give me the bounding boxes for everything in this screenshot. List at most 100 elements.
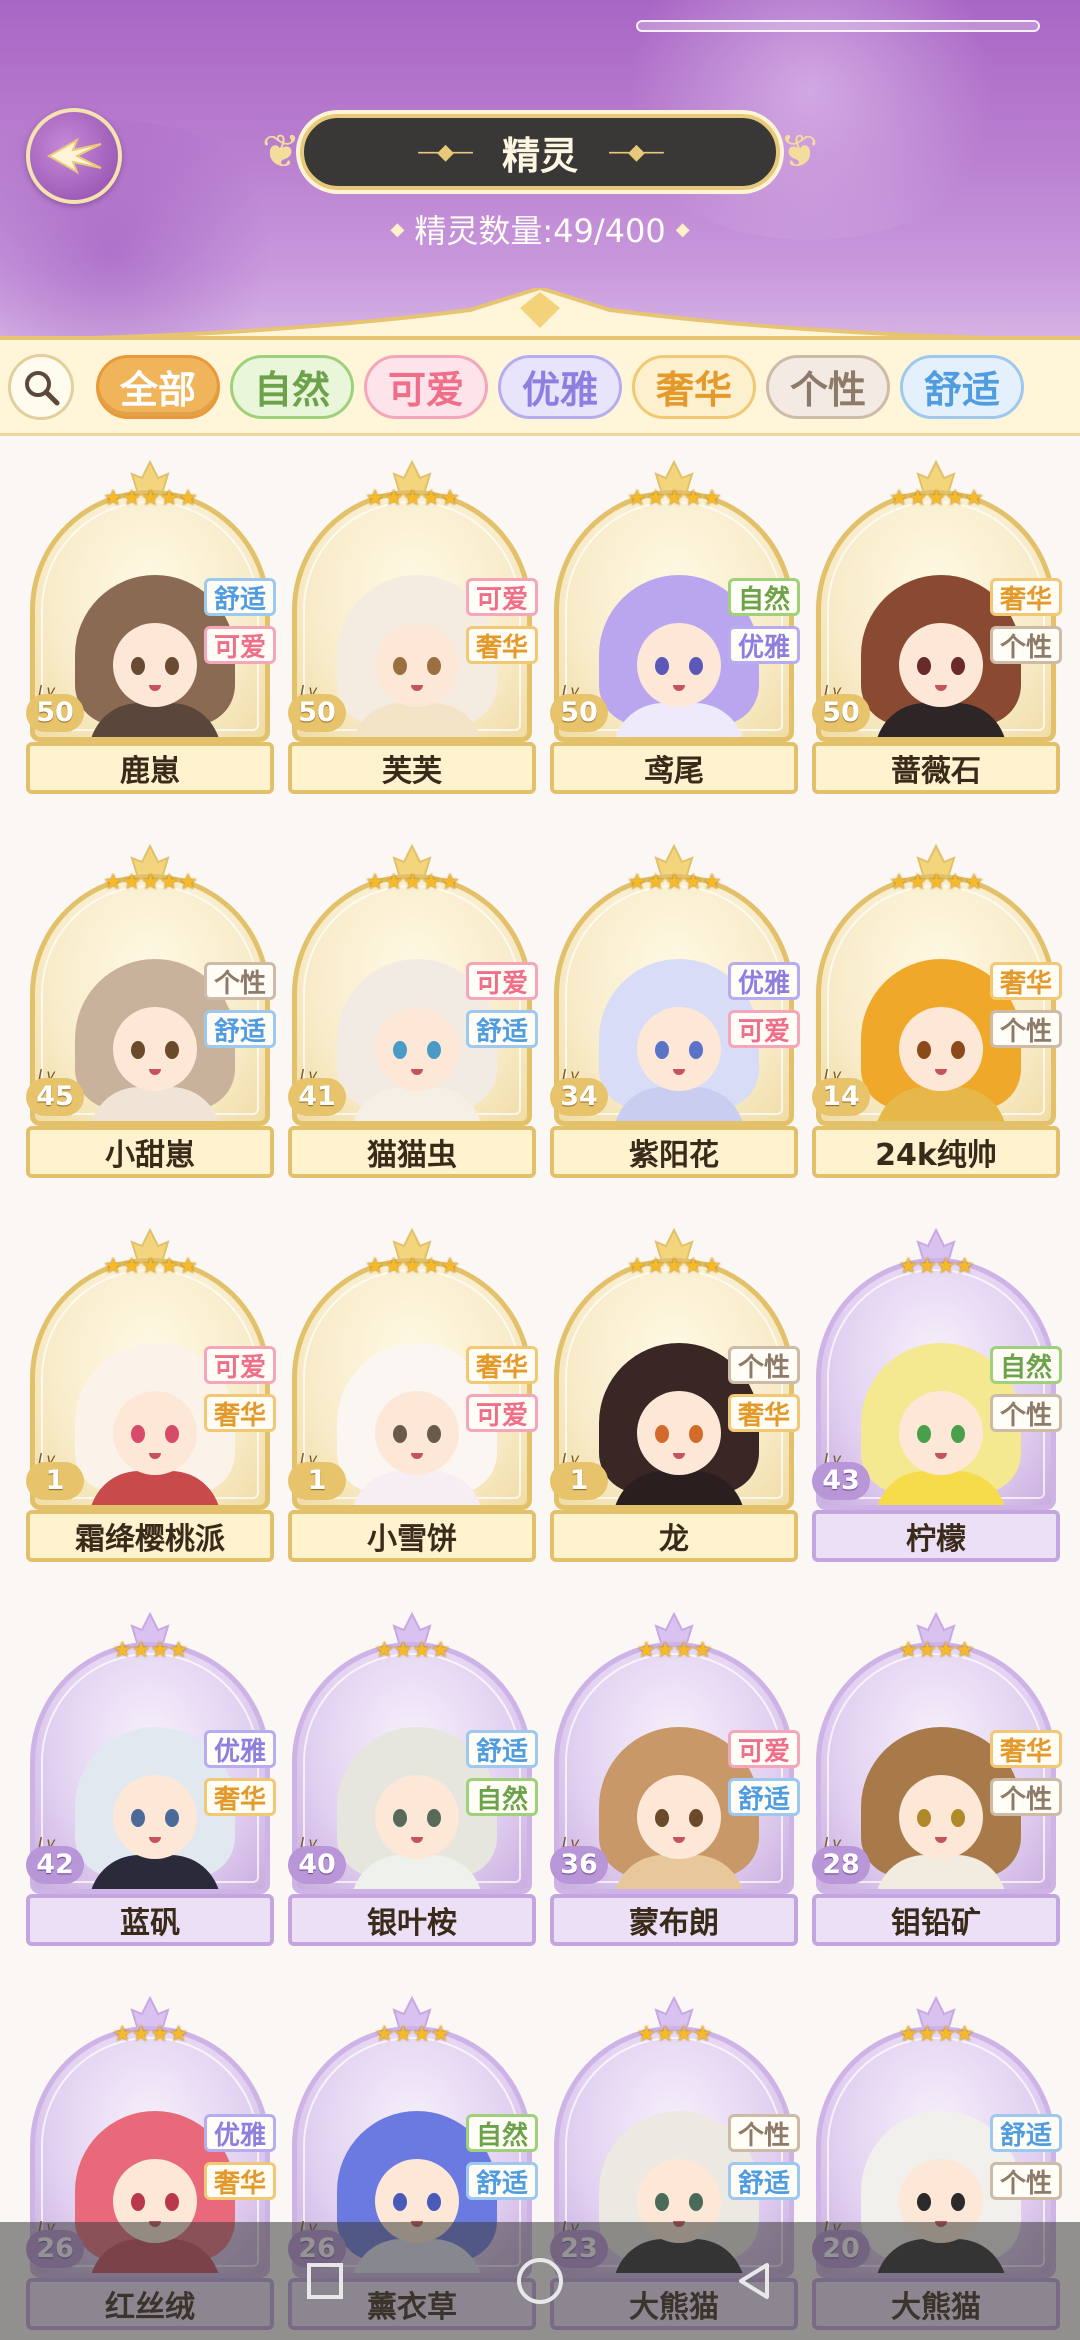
- top-handle: [636, 20, 1040, 32]
- spirit-card[interactable]: ★★★★ 自然 个性 Lv. 43 柠檬: [812, 1228, 1062, 1588]
- spirit-card[interactable]: ★★★★★ 个性 奢华 Lv. 1 龙: [550, 1228, 800, 1588]
- character-face: [637, 1007, 721, 1091]
- character-eye: [951, 2193, 965, 2211]
- trait-tag: 可爱: [466, 578, 538, 616]
- spirit-name: 鸢尾: [550, 742, 798, 794]
- star-rating: ★★★★: [374, 2022, 451, 2047]
- spirit-name: 紫阳花: [550, 1126, 798, 1178]
- spirit-card[interactable]: ★★★★★ 可爱 奢华 Lv. 50 芙芙: [288, 460, 538, 820]
- back-triangle-icon[interactable]: [733, 2259, 777, 2303]
- tab-3[interactable]: 优雅: [498, 354, 622, 419]
- character-eye: [427, 1425, 441, 1443]
- character-face: [375, 623, 459, 707]
- trait-tag: 自然: [728, 578, 800, 616]
- spirit-card[interactable]: ★★★★ 奢华 个性 Lv. 28 钼铅矿: [812, 1612, 1062, 1972]
- level-number: 42: [26, 1846, 84, 1884]
- spirit-card[interactable]: ★★★★ 可爱 舒适 Lv. 36 蒙布朗: [550, 1612, 800, 1972]
- character-face: [113, 1391, 197, 1475]
- level-badge: Lv. 50: [812, 682, 870, 732]
- character-mouth: [673, 685, 685, 691]
- level-number: 1: [288, 1462, 346, 1500]
- level-badge: Lv. 42: [26, 1834, 84, 1884]
- star-rating: ★★★★: [636, 2022, 713, 2047]
- trait-tag: 舒适: [204, 1010, 276, 1048]
- spirit-card[interactable]: ★★★★★ 自然 优雅 Lv. 50 鸢尾: [550, 460, 800, 820]
- spirit-name: 鹿崽: [26, 742, 274, 794]
- star-rating: ★★★★: [112, 1638, 189, 1663]
- tab-1[interactable]: 自然: [230, 354, 354, 419]
- title-deco-left: —◆—: [417, 139, 474, 165]
- spirit-name: 猫猫虫: [288, 1126, 536, 1178]
- character-mouth: [149, 1453, 161, 1459]
- spirit-card[interactable]: ★★★★ 舒适 自然 Lv. 40 银叶桉: [288, 1612, 538, 1972]
- trait-tag: 个性: [990, 626, 1062, 664]
- header-crest-ornament: [0, 288, 1080, 340]
- spirit-card[interactable]: ★★★★★ 奢华 个性 Lv. 14 24k纯帅: [812, 844, 1062, 1204]
- level-badge: Lv. 1: [288, 1450, 346, 1500]
- spirit-name: 霜绛樱桃派: [26, 1510, 274, 1562]
- star-rating: ★★★★★: [103, 486, 198, 511]
- page-title: 精灵: [501, 133, 578, 178]
- character-eye: [689, 1425, 703, 1443]
- star-rating: ★★★★★: [627, 870, 722, 895]
- tab-6[interactable]: 舒适: [900, 354, 1024, 419]
- level-number: 45: [26, 1078, 84, 1116]
- tab-4[interactable]: 奢华: [632, 354, 756, 419]
- character-face: [113, 1007, 197, 1091]
- trait-tag: 可爱: [466, 1394, 538, 1432]
- recents-square-icon[interactable]: [303, 2259, 347, 2303]
- level-badge: Lv. 50: [288, 682, 346, 732]
- search-button[interactable]: [8, 353, 74, 420]
- spirit-card[interactable]: ★★★★★ 优雅 可爱 Lv. 34 紫阳花: [550, 844, 800, 1204]
- spirit-card[interactable]: ★★★★★ 个性 舒适 Lv. 45 小甜崽: [26, 844, 276, 1204]
- trait-tag: 个性: [990, 1394, 1062, 1432]
- trait-tag: 奢华: [204, 1778, 276, 1816]
- right-wing-ornament: ❦: [779, 124, 819, 178]
- level-number: 1: [550, 1462, 608, 1500]
- spirit-card[interactable]: ★★★★★ 可爱 舒适 Lv. 41 猫猫虫: [288, 844, 538, 1204]
- level-number: 14: [812, 1078, 870, 1116]
- trait-tag: 奢华: [204, 1394, 276, 1432]
- character-eye: [689, 1041, 703, 1059]
- level-number: 50: [26, 694, 84, 732]
- trait-tag: 个性: [990, 1010, 1062, 1048]
- character-eye: [655, 2193, 669, 2211]
- trait-tag: 奢华: [466, 626, 538, 664]
- star-rating: ★★★★★: [103, 870, 198, 895]
- trait-tag: 自然: [990, 1346, 1062, 1384]
- spirit-card[interactable]: ★★★★★ 奢华 可爱 Lv. 1 小雪饼: [288, 1228, 538, 1588]
- spirit-card[interactable]: ★★★★★ 可爱 奢华 Lv. 1 霜绛樱桃派: [26, 1228, 276, 1588]
- spirit-card[interactable]: ★★★★ 优雅 奢华 Lv. 42 蓝矾: [26, 1612, 276, 1972]
- character-eye: [689, 657, 703, 675]
- trait-tag: 奢华: [728, 1394, 800, 1432]
- character-eye: [131, 2193, 145, 2211]
- spirit-name: 银叶桉: [288, 1894, 536, 1946]
- character-face: [637, 623, 721, 707]
- star-rating: ★★★★★: [889, 870, 984, 895]
- star-rating: ★★★★★: [627, 486, 722, 511]
- spirit-card[interactable]: ★★★★★ 舒适 可爱 Lv. 50 鹿崽: [26, 460, 276, 820]
- level-badge: Lv. 41: [288, 1066, 346, 1116]
- spirit-name: 小甜崽: [26, 1126, 274, 1178]
- character-mouth: [673, 1837, 685, 1843]
- star-rating: ★★★★★: [365, 486, 460, 511]
- character-mouth: [935, 685, 947, 691]
- tab-5[interactable]: 个性: [766, 354, 890, 419]
- character-eye: [427, 657, 441, 675]
- level-badge: Lv. 45: [26, 1066, 84, 1116]
- tab-0[interactable]: 全部: [96, 354, 220, 419]
- star-rating: ★★★★★: [103, 1254, 198, 1279]
- character-eye: [917, 2193, 931, 2211]
- home-circle-icon[interactable]: [514, 2255, 566, 2307]
- title-deco-right: —◆—: [608, 139, 665, 165]
- character-mouth: [673, 1069, 685, 1075]
- trait-tag: 奢华: [990, 1730, 1062, 1768]
- character-face: [899, 623, 983, 707]
- character-face: [375, 1391, 459, 1475]
- character-eye: [655, 1809, 669, 1827]
- character-eye: [131, 1425, 145, 1443]
- spirit-name: 小雪饼: [288, 1510, 536, 1562]
- back-button[interactable]: [26, 108, 122, 204]
- spirit-card[interactable]: ★★★★★ 奢华 个性 Lv. 50 蔷薇石: [812, 460, 1062, 820]
- tab-2[interactable]: 可爱: [364, 354, 488, 419]
